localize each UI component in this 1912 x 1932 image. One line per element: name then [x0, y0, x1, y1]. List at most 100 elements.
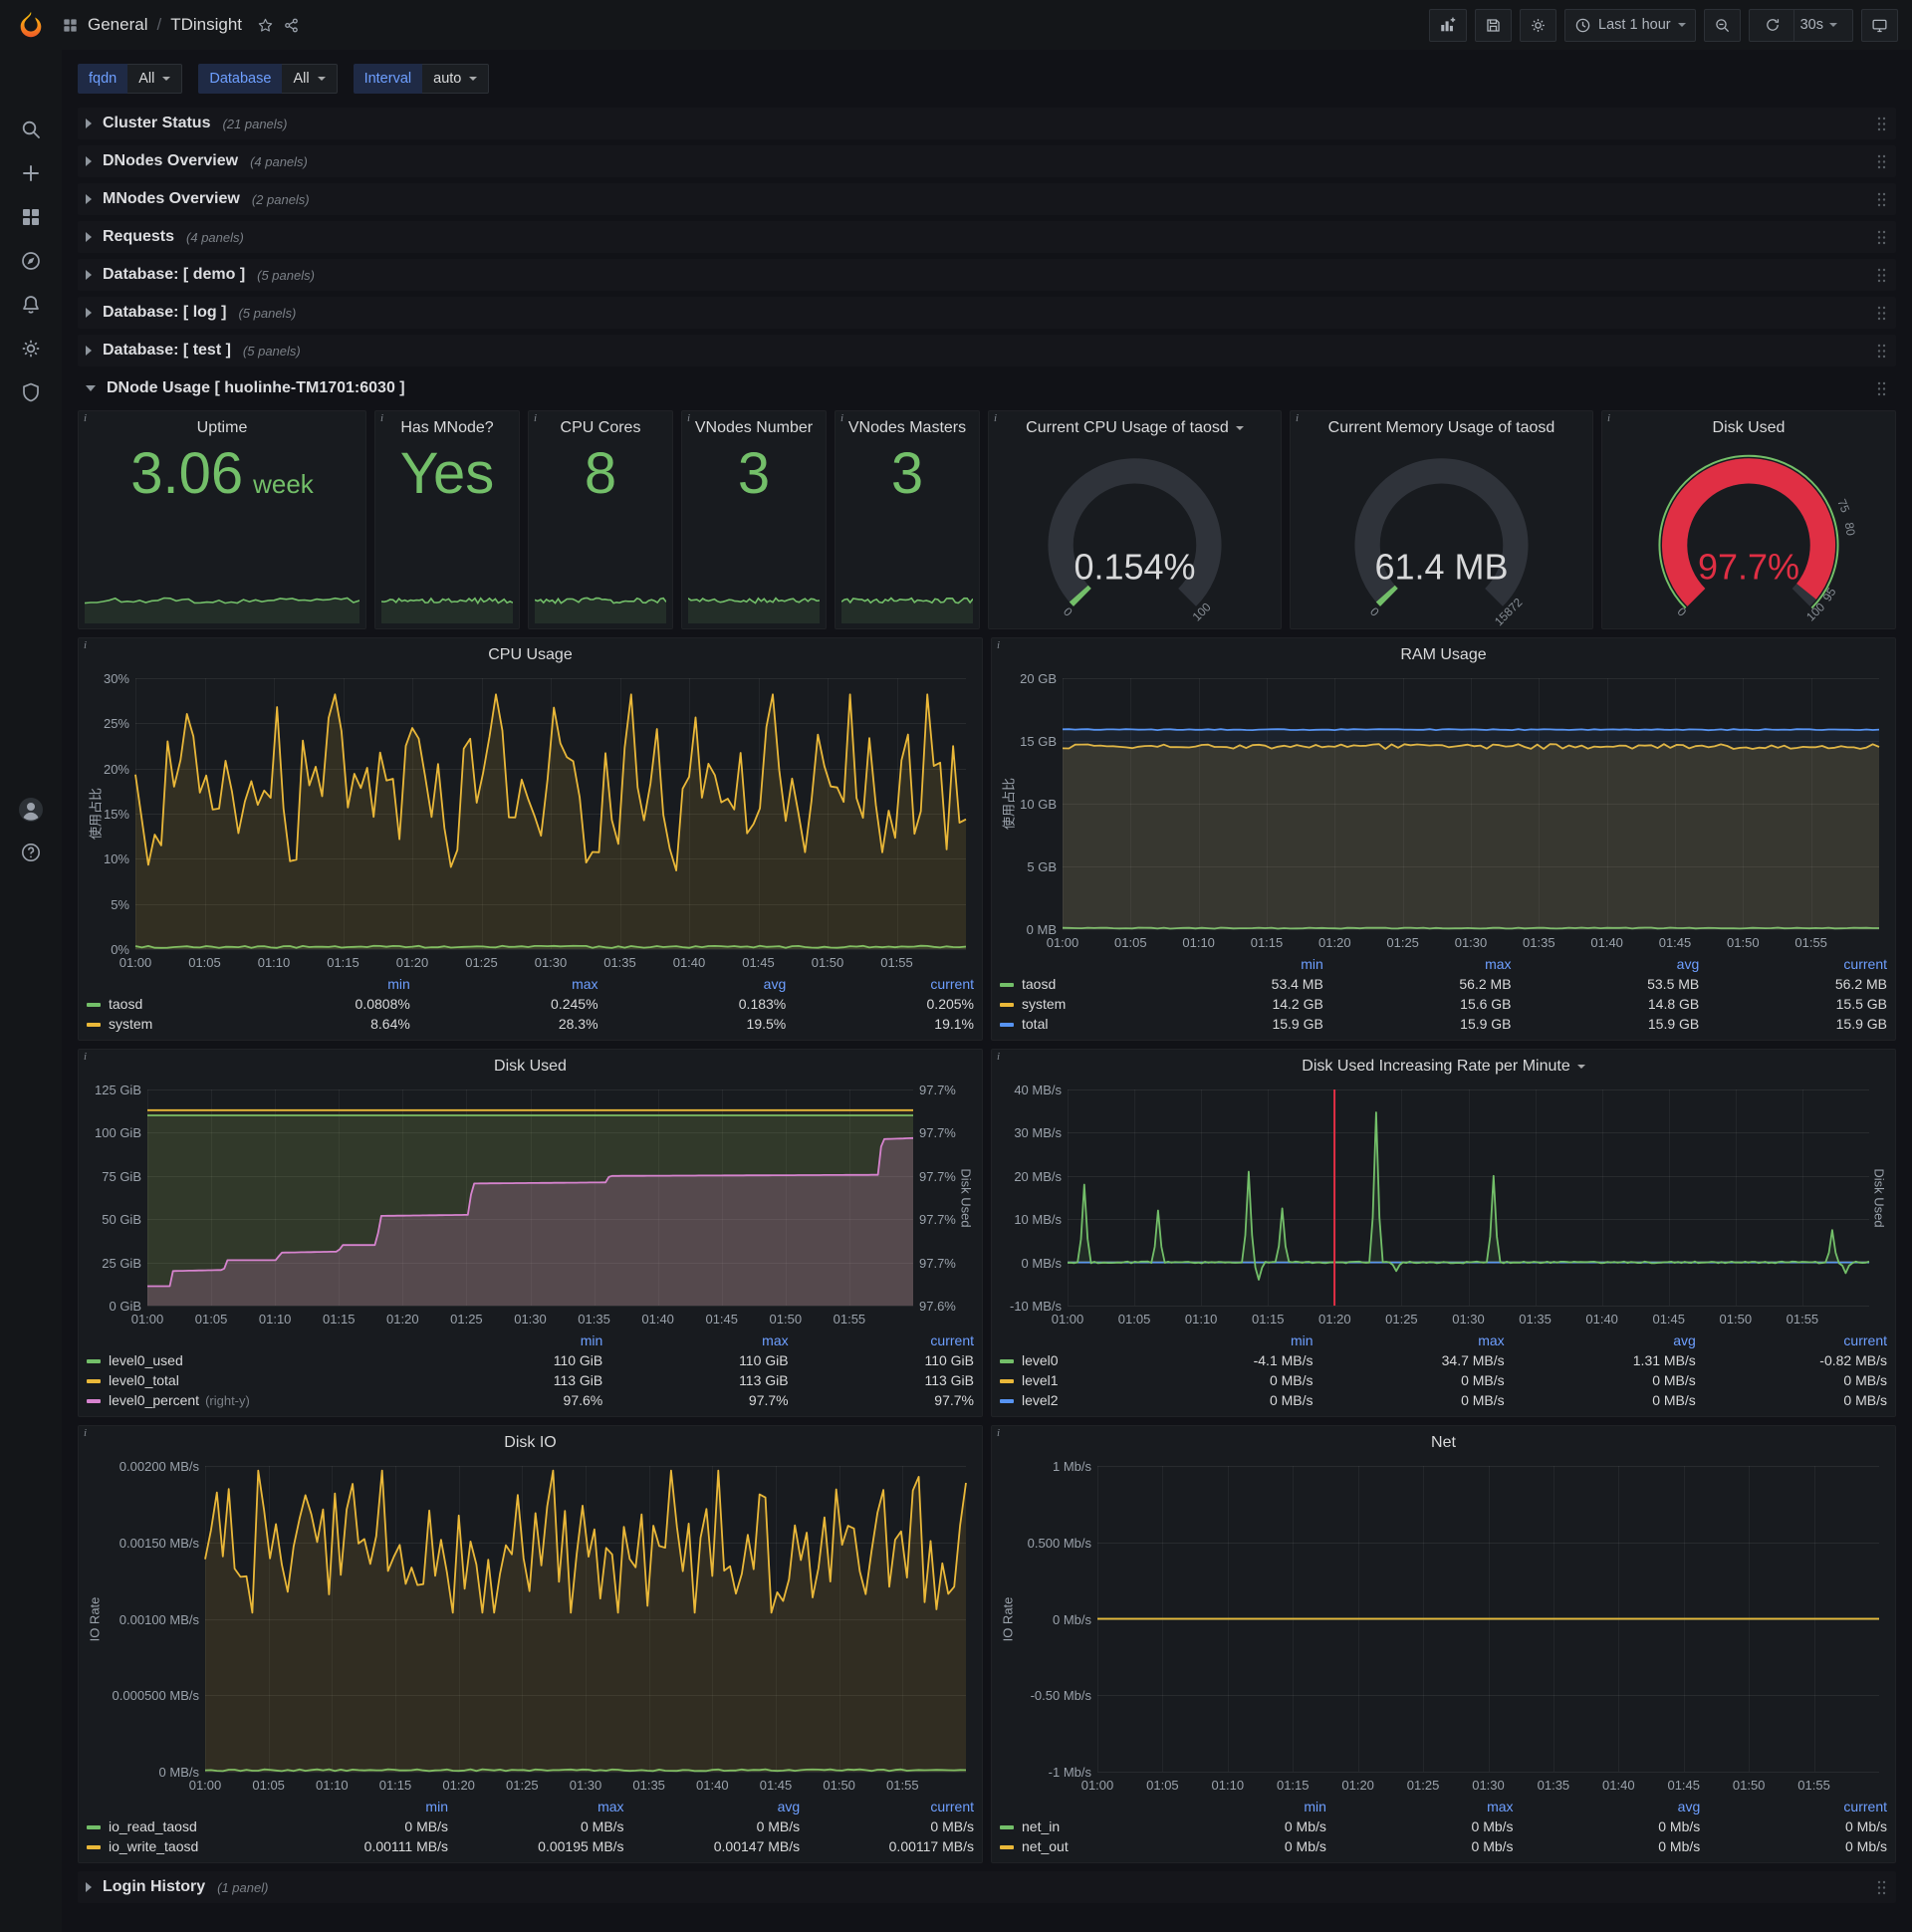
dashboard-row-collapsed[interactable]: Database: [ log ] (5 panels): [78, 297, 1896, 329]
dashboard-row-expanded[interactable]: DNode Usage [ huolinhe-TM1701:6030 ]: [78, 372, 1896, 404]
panel-info-icon[interactable]: i: [84, 639, 87, 651]
zoom-out-button[interactable]: [1703, 8, 1741, 42]
x-axis-tick: 01:55: [880, 955, 913, 970]
panel-title[interactable]: Net: [992, 1426, 1895, 1460]
grafana-logo[interactable]: [0, 0, 62, 50]
y-axis-tick: 15 GB: [1020, 734, 1057, 749]
panel-title[interactable]: CPU Cores: [529, 411, 672, 445]
legend-series-name[interactable]: taosd: [87, 994, 222, 1014]
legend-series-name[interactable]: level2: [1000, 1390, 1121, 1410]
row-drag-handle[interactable]: [1877, 117, 1886, 131]
series-color-swatch-icon: [87, 1379, 101, 1384]
legend-series-name[interactable]: level0: [1000, 1350, 1121, 1370]
configuration-gear-icon[interactable]: [0, 327, 62, 370]
panel-info-icon[interactable]: i: [84, 1051, 87, 1063]
breadcrumb-dashboard-title[interactable]: TDinsight: [170, 15, 242, 35]
create-icon[interactable]: [0, 151, 62, 195]
legend-series-name[interactable]: net_out: [1000, 1836, 1139, 1856]
chevron-right-icon: [86, 119, 92, 128]
panel-info-icon[interactable]: i: [687, 412, 690, 424]
dashboard-row-collapsed[interactable]: Database: [ demo ] (5 panels): [78, 259, 1896, 291]
panel-title[interactable]: Current Memory Usage of taosd: [1291, 411, 1592, 445]
row-title[interactable]: DNode Usage [ huolinhe-TM1701:6030 ]: [107, 379, 405, 397]
alerting-bell-icon[interactable]: [0, 283, 62, 327]
panel-info-icon[interactable]: i: [840, 412, 843, 424]
variable-value-dropdown[interactable]: All: [127, 64, 183, 94]
legend-series-name[interactable]: system: [87, 1014, 222, 1034]
panel-info-icon[interactable]: i: [994, 412, 997, 424]
legend-series-name[interactable]: net_in: [1000, 1816, 1139, 1836]
legend-series-name[interactable]: total: [1000, 1014, 1135, 1034]
star-icon[interactable]: [257, 17, 274, 34]
legend-series-name[interactable]: taosd: [1000, 974, 1135, 994]
refresh-button[interactable]: [1759, 17, 1787, 33]
legend-series-name[interactable]: io_read_taosd: [87, 1816, 276, 1836]
time-range-picker[interactable]: Last 1 hour: [1564, 8, 1696, 42]
legend-value: 1.31 MB/s: [1632, 1352, 1696, 1368]
panel-info-icon[interactable]: i: [84, 412, 87, 424]
x-axis-tick: 01:50: [1719, 1312, 1753, 1327]
panel-title[interactable]: Current CPU Usage of taosd: [989, 411, 1281, 445]
dashboard-row-collapsed[interactable]: Database: [ test ] (5 panels): [78, 335, 1896, 366]
legend-series-name[interactable]: level0_percent (right-y): [87, 1390, 417, 1410]
legend-series-name[interactable]: level0_total: [87, 1370, 417, 1390]
save-dashboard-button[interactable]: [1475, 8, 1513, 42]
dashboard-settings-button[interactable]: [1520, 8, 1557, 42]
panel-title[interactable]: Disk Used: [79, 1050, 982, 1084]
panel-info-icon[interactable]: i: [997, 639, 1000, 651]
dashboards-icon[interactable]: [0, 195, 62, 239]
series-name: level0_total: [109, 1372, 179, 1388]
row-drag-handle[interactable]: [1877, 268, 1886, 283]
legend-value: 97.6%: [563, 1392, 603, 1408]
panel-info-icon[interactable]: i: [84, 1427, 87, 1439]
row-drag-handle[interactable]: [1877, 192, 1886, 207]
panel-info-icon[interactable]: i: [1607, 412, 1610, 424]
legend-series-name[interactable]: io_write_taosd: [87, 1836, 276, 1856]
panel-title[interactable]: Disk Used Increasing Rate per Minute: [992, 1050, 1895, 1084]
row-drag-handle[interactable]: [1877, 230, 1886, 245]
panel-info-icon[interactable]: i: [534, 412, 537, 424]
panel-title[interactable]: VNodes Masters: [836, 411, 979, 445]
panel-info-icon[interactable]: i: [1296, 412, 1299, 424]
variable-value-dropdown[interactable]: All: [282, 64, 338, 94]
panel-title[interactable]: VNodes Number: [682, 411, 826, 445]
panel-title[interactable]: Disk IO: [79, 1426, 982, 1460]
refresh-interval-select[interactable]: 30s: [1792, 9, 1843, 41]
row-drag-handle[interactable]: [1877, 381, 1886, 396]
dashboard-row-collapsed[interactable]: Login History (1 panel): [78, 1871, 1896, 1903]
cycle-view-button[interactable]: [1861, 8, 1898, 42]
help-icon[interactable]: [0, 842, 62, 863]
dashboard-row-collapsed[interactable]: MNodes Overview (2 panels): [78, 183, 1896, 215]
server-admin-shield-icon[interactable]: [0, 370, 62, 414]
panel-info-icon[interactable]: i: [997, 1051, 1000, 1063]
panel-title[interactable]: Uptime: [79, 411, 365, 445]
share-icon[interactable]: [283, 17, 300, 34]
variable-value-dropdown[interactable]: auto: [422, 64, 490, 94]
dashboard-row-collapsed[interactable]: Requests (4 panels): [78, 221, 1896, 253]
legend-series-name[interactable]: system: [1000, 994, 1135, 1014]
legend-series-name[interactable]: level1: [1000, 1370, 1121, 1390]
panel-info-icon[interactable]: i: [380, 412, 383, 424]
panel-title[interactable]: Disk Used: [1602, 411, 1895, 445]
chart-plot: 30% 25% 20% 15% 10% 5% 0% 01:00 01:05 01:10 01:15 0…: [87, 671, 974, 971]
y-axis-title: 使用占比: [1001, 777, 1017, 831]
refresh-picker[interactable]: 30s: [1748, 8, 1853, 42]
row-drag-handle[interactable]: [1877, 344, 1886, 359]
y-axis-tick: 5%: [111, 896, 129, 912]
panel-title[interactable]: Has MNode?: [375, 411, 519, 445]
panel-info-icon[interactable]: i: [997, 1427, 1000, 1439]
breadcrumb-folder[interactable]: General: [88, 15, 147, 35]
row-drag-handle[interactable]: [1877, 154, 1886, 169]
search-icon[interactable]: [0, 108, 62, 151]
row-drag-handle[interactable]: [1877, 1880, 1886, 1895]
panel-title[interactable]: RAM Usage: [992, 638, 1895, 672]
dashboard-row-collapsed[interactable]: Cluster Status (21 panels): [78, 108, 1896, 139]
legend-series-name[interactable]: level0_used: [87, 1350, 417, 1370]
panel-title[interactable]: CPU Usage: [79, 638, 982, 672]
explore-compass-icon[interactable]: [0, 239, 62, 283]
user-avatar[interactable]: [0, 797, 62, 823]
row-drag-handle[interactable]: [1877, 306, 1886, 321]
add-panel-button[interactable]: [1429, 8, 1468, 42]
legend-row: system 8.64% 28.3% 19.5% 19.1%: [87, 1014, 974, 1034]
dashboard-row-collapsed[interactable]: DNodes Overview (4 panels): [78, 145, 1896, 177]
